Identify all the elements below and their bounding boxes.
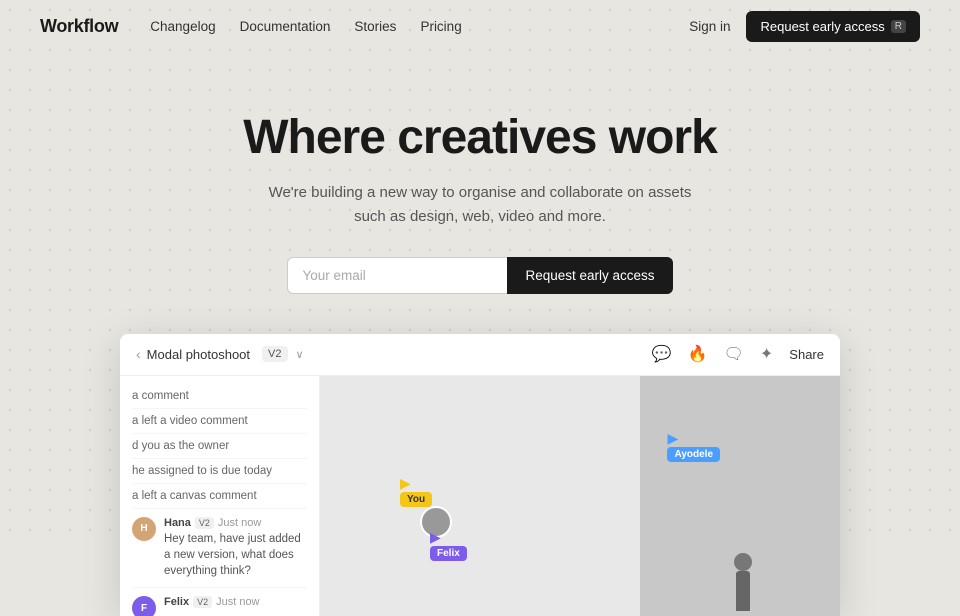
commenter-name: Felix <box>164 596 189 608</box>
breadcrumb-nav[interactable]: ‹ Modal photoshoot V2 ∨ <box>136 346 304 362</box>
hero-form: Request early access <box>20 257 940 294</box>
commenter-badge: V2 <box>193 596 212 608</box>
comment-hana: H Hana V2 Just now Hey team, have just a… <box>132 509 307 588</box>
canvas-area: ▶ You ▶ Ayodele ▶ Felix <box>320 376 840 616</box>
app-preview: ‹ Modal photoshoot V2 ∨ 💬 🔥 🗨 ✦ Share a … <box>120 334 840 616</box>
commenter-name: Hana <box>164 517 191 529</box>
cursor-name-ayodele: Ayodele <box>667 447 720 462</box>
figure-head <box>734 553 752 571</box>
nav-cta-button[interactable]: Request early access R <box>746 11 920 42</box>
comment-felix-content: Felix V2 Just now <box>164 596 260 608</box>
nav-cta-kbd: R <box>891 20 906 33</box>
navbar: Workflow Changelog Documentation Stories… <box>0 0 960 52</box>
nav-right: Sign in Request early access R <box>689 11 920 42</box>
nav-changelog[interactable]: Changelog <box>150 19 215 34</box>
comment-timestamp: Just now <box>216 596 259 608</box>
list-item: d you as the owner <box>132 434 307 459</box>
cursor-you: ▶ You <box>400 476 432 507</box>
nav-cta-label: Request early access <box>760 19 884 34</box>
list-item: a comment <box>132 384 307 409</box>
cursor-name-felix: Felix <box>430 546 467 561</box>
cursor-arrow-ayodele: ▶ <box>667 431 678 445</box>
back-chevron-icon: ‹ <box>136 346 141 362</box>
sparkle-icon[interactable]: ✦ <box>760 344 773 364</box>
topbar-icons: 💬 🔥 🗨 ✦ <box>652 344 774 364</box>
avatar-felix: F <box>132 596 156 616</box>
hero-subtext: We're building a new way to organise and… <box>20 181 940 229</box>
cursor-felix: ▶ Felix <box>430 530 467 561</box>
comment-text: he assigned to is due today <box>132 465 272 477</box>
dropdown-chevron-icon[interactable]: ∨ <box>296 348 304 361</box>
comment-hana-content: Hana V2 Just now Hey team, have just add… <box>164 517 307 579</box>
list-item: a left a video comment <box>132 409 307 434</box>
nav-pricing[interactable]: Pricing <box>420 19 461 34</box>
cursor-arrow-felix: ▶ <box>430 530 441 544</box>
hero-cta-button[interactable]: Request early access <box>507 257 672 294</box>
cursor-arrow-you: ▶ <box>400 476 411 490</box>
comment-meta: Felix V2 Just now <box>164 596 260 608</box>
commenter-badge: V2 <box>195 517 214 529</box>
cursor-ayodele: ▶ Ayodele <box>667 431 720 462</box>
app-topbar: ‹ Modal photoshoot V2 ∨ 💬 🔥 🗨 ✦ Share <box>120 334 840 376</box>
cursor-name-you: You <box>400 492 432 507</box>
list-item: a left a canvas comment <box>132 484 307 509</box>
comment-timestamp: Just now <box>218 517 261 529</box>
email-input[interactable] <box>287 257 507 294</box>
comment-text: a comment <box>132 390 189 402</box>
comment-text: a left a canvas comment <box>132 490 257 502</box>
nav-links: Changelog Documentation Stories Pricing <box>150 19 689 34</box>
comment-meta: Hana V2 Just now <box>164 517 307 529</box>
list-item: he assigned to is due today <box>132 459 307 484</box>
hero-section: Where creatives work We're building a ne… <box>0 52 960 334</box>
app-body: a comment a left a video comment d you a… <box>120 376 840 616</box>
logo[interactable]: Workflow <box>40 16 118 37</box>
signin-link[interactable]: Sign in <box>689 19 730 34</box>
hero-heading: Where creatives work <box>20 112 940 165</box>
nav-stories[interactable]: Stories <box>354 19 396 34</box>
version-badge: V2 <box>262 346 287 362</box>
breadcrumb-label: Modal photoshoot <box>147 347 250 362</box>
comment-text: a left a video comment <box>132 415 248 427</box>
fire-icon[interactable]: 🔥 <box>688 344 708 364</box>
figure-silhouette <box>736 571 750 611</box>
comment-felix: F Felix V2 Just now <box>132 588 307 616</box>
nav-documentation[interactable]: Documentation <box>240 19 331 34</box>
comments-panel: a comment a left a video comment d you a… <box>120 376 320 616</box>
chat-icon[interactable]: 🗨 <box>724 344 744 364</box>
share-button[interactable]: Share <box>789 347 824 362</box>
comment-text: d you as the owner <box>132 440 229 452</box>
comment-icon[interactable]: 💬 <box>652 344 672 364</box>
avatar-hana: H <box>132 517 156 541</box>
comment-body: Hey team, have just added a new version,… <box>164 531 307 579</box>
